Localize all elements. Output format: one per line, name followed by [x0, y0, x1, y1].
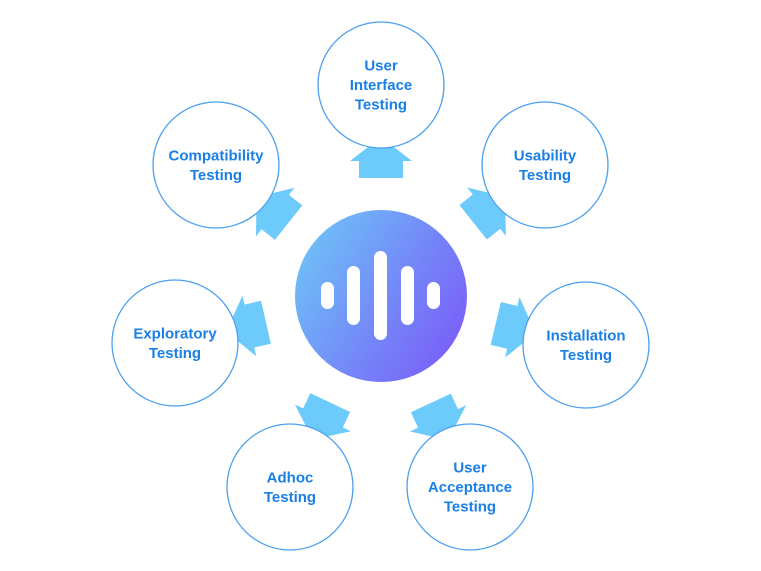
node-circle	[226, 423, 354, 551]
node-user-interface-testing: User Interface Testing	[317, 21, 445, 149]
node-label-line: Adhoc	[267, 469, 314, 486]
wave-bar-5	[427, 282, 440, 309]
node-label-line: Installation	[546, 327, 625, 344]
node-user-acceptance-testing: User Acceptance Testing	[406, 423, 534, 551]
node-label-line: Testing	[519, 167, 571, 184]
node-label-line: User	[364, 58, 398, 75]
node-exploratory-testing: Exploratory Testing	[111, 279, 239, 407]
wave-bar-1	[321, 282, 334, 309]
hub	[295, 210, 467, 382]
node-compatibility-testing: Compatibility Testing	[152, 101, 280, 229]
wave-bar-4	[401, 266, 414, 325]
node-label-line: Testing	[190, 167, 242, 184]
wave-bar-2	[347, 266, 360, 325]
node-label-line: Acceptance	[428, 479, 512, 496]
node-label-line: Exploratory	[133, 325, 217, 342]
node-label-line: Testing	[444, 499, 496, 516]
node-label-line: Testing	[355, 97, 407, 114]
node-label-line: Testing	[264, 489, 316, 506]
node-label-line: Testing	[149, 345, 201, 362]
node-circle	[152, 101, 280, 229]
node-label-line: Testing	[560, 347, 612, 364]
node-label-line: User	[453, 460, 487, 477]
wave-bar-3	[374, 251, 387, 340]
node-label-line: Usability	[514, 147, 577, 164]
node-circle	[522, 281, 650, 409]
node-adhoc-testing: Adhoc Testing	[226, 423, 354, 551]
node-usability-testing: Usability Testing	[481, 101, 609, 229]
node-label-line: Compatibility	[168, 147, 264, 164]
node-installation-testing: Installation Testing	[522, 281, 650, 409]
node-circle	[481, 101, 609, 229]
node-circle	[111, 279, 239, 407]
node-label-line: Interface	[350, 77, 413, 94]
testing-types-diagram: UserInterfaceTestingUsabilityTestingInst…	[111, 21, 650, 551]
